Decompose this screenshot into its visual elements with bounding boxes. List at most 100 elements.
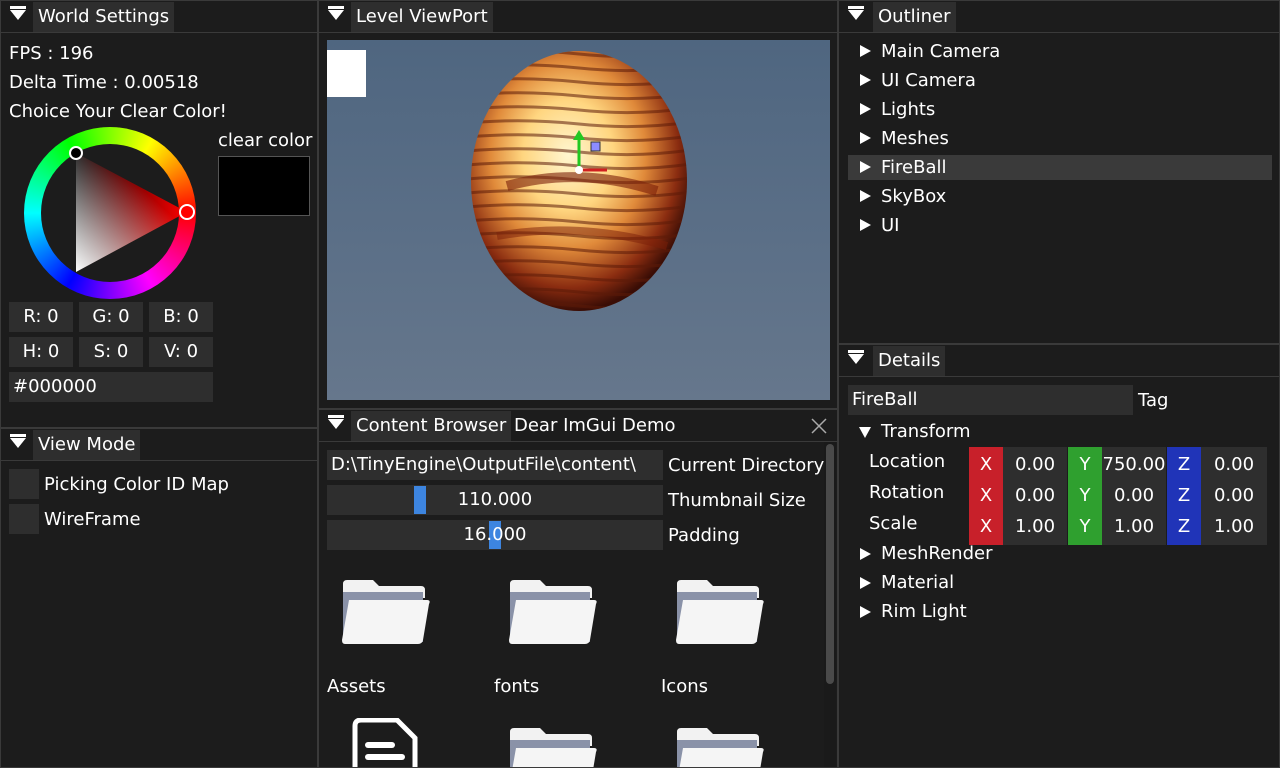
padding-value: 16.000 [463, 524, 527, 545]
folder-label[interactable]: fonts [494, 676, 539, 698]
outliner-item-label: Main Camera [881, 41, 1001, 62]
expand-arrow-icon[interactable] [860, 606, 871, 618]
padding-label: Padding [668, 525, 740, 546]
outliner-item-label: SkyBox [881, 186, 947, 207]
tab-details[interactable]: Details [873, 346, 946, 376]
outliner-item-label: FireBall [881, 157, 947, 178]
white-quad [327, 50, 366, 97]
g-field[interactable]: G: 0 [79, 302, 143, 332]
v-field[interactable]: V: 0 [149, 337, 213, 367]
fps-text: FPS : 196 [9, 43, 94, 64]
hex-field[interactable]: #000000 [9, 372, 213, 402]
tab-view-mode[interactable]: View Mode [33, 430, 141, 460]
outliner-item-label: UI Camera [881, 70, 976, 91]
collapse-icon[interactable] [848, 350, 864, 364]
tab-dear-imgui-demo[interactable]: Dear ImGui Demo [509, 411, 681, 441]
transform-header[interactable]: Transform [881, 421, 971, 443]
collapse-icon[interactable] [10, 434, 26, 448]
expand-arrow-icon[interactable] [859, 427, 871, 438]
viewport-panel: Level ViewPort [318, 0, 838, 409]
scale-z-button[interactable]: Z [1167, 509, 1201, 545]
outliner-item[interactable]: UI [848, 213, 1272, 238]
scale-y-button[interactable]: Y [1068, 509, 1102, 545]
picking-checkbox[interactable] [9, 469, 39, 499]
object-name-input[interactable]: FireBall [848, 385, 1133, 415]
fireball-mesh[interactable] [467, 46, 691, 316]
content-browser-panel: Content Browser Dear ImGui Demo D:\TinyE… [318, 409, 838, 768]
expand-arrow-icon[interactable] [860, 103, 871, 115]
world-settings-titlebar: World Settings [1, 1, 317, 33]
saturation-value-triangle[interactable] [24, 127, 196, 299]
folder-icon[interactable] [675, 726, 765, 768]
view-mode-titlebar: View Mode [1, 429, 317, 461]
outliner-item-label: Lights [881, 99, 936, 120]
padding-slider[interactable]: 16.000 [327, 520, 663, 550]
tab-world-settings[interactable]: World Settings [33, 2, 175, 32]
expand-arrow-icon[interactable] [860, 190, 871, 202]
content-browser-titlebar: Content Browser Dear ImGui Demo [319, 410, 837, 442]
details-panel: Details FireBall Tag Transform Location … [838, 344, 1280, 768]
folder-icon[interactable] [675, 578, 765, 648]
expand-arrow-icon[interactable] [860, 548, 871, 560]
transform-gizmo[interactable] [567, 128, 617, 178]
collapse-icon[interactable] [848, 6, 864, 20]
expand-arrow-icon[interactable] [860, 161, 871, 173]
outliner-titlebar: Outliner [839, 1, 1279, 33]
file-icon[interactable] [349, 718, 421, 768]
clear-color-label: clear color [218, 130, 313, 151]
folder-icon[interactable] [508, 578, 598, 648]
delta-time-text: Delta Time : 0.00518 [9, 72, 199, 93]
wireframe-label: WireFrame [44, 509, 141, 530]
collapse-icon[interactable] [10, 6, 26, 20]
close-icon[interactable] [811, 418, 827, 434]
collapse-icon[interactable] [328, 415, 344, 429]
directory-label: Current Directory [668, 455, 825, 476]
scale-x-button[interactable]: X [969, 509, 1003, 545]
tab-outliner[interactable]: Outliner [873, 2, 956, 32]
scrollbar-thumb[interactable] [826, 444, 834, 684]
expand-arrow-icon[interactable] [860, 132, 871, 144]
viewport-titlebar: Level ViewPort [319, 1, 837, 33]
view-mode-panel: View Mode Picking Color ID Map WireFrame [0, 428, 318, 768]
folder-icon[interactable] [341, 578, 431, 648]
scale-y-value[interactable]: 1.00 [1102, 509, 1166, 545]
wireframe-checkbox[interactable] [9, 504, 39, 534]
rim-light-header[interactable]: Rim Light [881, 601, 967, 623]
s-field[interactable]: S: 0 [79, 337, 143, 367]
world-settings-panel: World Settings FPS : 196 Delta Time : 0.… [0, 0, 318, 428]
meshrender-header[interactable]: MeshRender [881, 543, 992, 565]
folder-label[interactable]: Assets [327, 676, 386, 698]
tab-level-viewport[interactable]: Level ViewPort [351, 2, 493, 32]
expand-arrow-icon[interactable] [860, 219, 871, 231]
outliner-item[interactable]: Main Camera [848, 39, 1272, 64]
outliner-item-label: Meshes [881, 128, 949, 149]
thumbnail-size-label: Thumbnail Size [668, 490, 806, 511]
expand-arrow-icon[interactable] [860, 577, 871, 589]
scale-x-value[interactable]: 1.00 [1003, 509, 1067, 545]
outliner-item[interactable]: FireBall [848, 155, 1272, 180]
tag-label: Tag [1138, 390, 1169, 411]
expand-arrow-icon[interactable] [860, 74, 871, 86]
viewport-canvas[interactable] [327, 40, 830, 400]
tab-content-browser[interactable]: Content Browser [351, 411, 512, 441]
outliner-item[interactable]: UI Camera [848, 68, 1272, 93]
picking-label: Picking Color ID Map [44, 474, 229, 495]
details-titlebar: Details [839, 345, 1279, 377]
outliner-item[interactable]: Lights [848, 97, 1272, 122]
r-field[interactable]: R: 0 [9, 302, 73, 332]
folder-icon[interactable] [508, 726, 598, 768]
folder-label[interactable]: Icons [661, 676, 708, 698]
h-field[interactable]: H: 0 [9, 337, 73, 367]
material-header[interactable]: Material [881, 572, 954, 594]
collapse-icon[interactable] [328, 6, 344, 20]
directory-input[interactable]: D:\TinyEngine\OutputFile\content\ [327, 450, 663, 480]
scale-z-value[interactable]: 1.00 [1201, 509, 1267, 545]
outliner-panel: Outliner Main Camera UI Camera Lights Meshe… [838, 0, 1280, 344]
thumbnail-size-slider[interactable]: 110.000 [327, 485, 663, 515]
clear-color-prompt: Choice Your Clear Color! [9, 101, 227, 122]
outliner-item[interactable]: Meshes [848, 126, 1272, 151]
expand-arrow-icon[interactable] [860, 45, 871, 57]
outliner-item[interactable]: SkyBox [848, 184, 1272, 209]
b-field[interactable]: B: 0 [149, 302, 213, 332]
clear-color-swatch[interactable] [218, 156, 310, 216]
